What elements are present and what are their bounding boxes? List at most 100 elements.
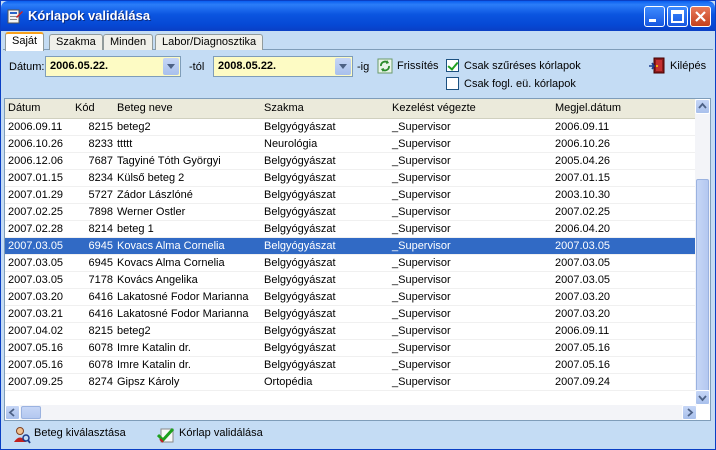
cell-code: 6416 (88, 308, 113, 320)
refresh-button[interactable]: Frissítés (397, 60, 439, 72)
table-row[interactable]: 2007.05.16 6078 Imre Katalin dr. Belgyógyás… (5, 357, 697, 374)
tab-szakma[interactable]: Szakma (49, 34, 103, 50)
action-bar: Beteg kiválasztása Kórlap validálása (3, 423, 713, 447)
scroll-right-button[interactable] (682, 405, 697, 420)
validate-record-button[interactable]: Kórlap validálása (179, 427, 263, 439)
tab-sajat[interactable]: Saját (5, 32, 45, 51)
table-row[interactable]: 2007.05.16 6078 Imre Katalin dr. Belgyógyás… (5, 340, 697, 357)
close-button[interactable] (690, 6, 711, 27)
cell-patient: Külső beteg 2 (117, 172, 185, 184)
cell-code: 8233 (88, 138, 113, 150)
table-row[interactable]: 2007.09.25 8274 Gipsz Károly Ortopédia _Supe… (5, 374, 697, 391)
table-row[interactable]: 2007.03.05 7178 Kovács Angelika Belgyógyász… (5, 272, 697, 289)
select-patient-button[interactable]: Beteg kiválasztása (34, 427, 126, 439)
filtered-records-checkbox[interactable] (446, 59, 459, 72)
cell-treated-by: _Supervisor (392, 376, 451, 388)
occupational-records-label: Csak fogl. eü. kórlapok (464, 78, 576, 90)
scroll-down-button[interactable] (695, 390, 710, 405)
col-header-patient[interactable]: Beteg neve (117, 102, 173, 114)
table-row[interactable]: 2007.04.02 8215 beteg2 Belgyógyászat _Superv… (5, 323, 697, 340)
exit-button[interactable]: Kilépés (670, 60, 706, 72)
cell-date: 2007.02.25 (8, 206, 64, 218)
table-row[interactable]: 2006.10.26 8233 ttttt Neurológia _Supervisor… (5, 136, 697, 153)
cell-patient: ttttt (117, 138, 133, 150)
vertical-scrollbar[interactable] (695, 99, 710, 405)
table-row[interactable]: 2007.01.29 5727 Zádor Lászlóné Belgyógyásza… (5, 187, 697, 204)
cell-specialty: Neurológia (264, 138, 318, 150)
date-from-combo[interactable]: 2006.05.22. (45, 56, 181, 77)
maximize-button[interactable] (667, 6, 688, 27)
cell-code: 6078 (88, 342, 113, 354)
cell-code: 6945 (88, 257, 113, 269)
cell-date: 2007.03.05 (8, 274, 64, 286)
col-header-date[interactable]: Dátum (8, 102, 40, 114)
cell-specialty: Belgyógyászat (264, 325, 336, 337)
cell-specialty: Belgyógyászat (264, 206, 336, 218)
vertical-scroll-thumb[interactable] (696, 179, 709, 394)
cell-specialty: Belgyógyászat (264, 189, 336, 201)
cell-date: 2007.05.16 (8, 342, 64, 354)
refresh-icon[interactable] (377, 58, 393, 74)
cell-specialty: Belgyógyászat (264, 121, 336, 133)
cell-date: 2007.02.28 (8, 223, 64, 235)
cell-treated-by: _Supervisor (392, 257, 451, 269)
table-row[interactable]: 2007.03.20 6416 Lakatosné Fodor Marianna Be… (5, 289, 697, 306)
cell-treated-by: _Supervisor (392, 342, 451, 354)
occupational-records-checkbox[interactable] (446, 77, 459, 90)
cell-date: 2006.09.11 (8, 121, 63, 133)
col-header-treated-by[interactable]: Kezelést végezte (392, 102, 476, 114)
scroll-left-button[interactable] (5, 405, 20, 420)
cell-visit-date: 2007.03.05 (555, 257, 611, 269)
cell-treated-by: _Supervisor (392, 138, 451, 150)
cell-date: 2007.03.21 (8, 308, 64, 320)
scroll-up-button[interactable] (695, 99, 710, 114)
horizontal-scrollbar[interactable] (5, 405, 697, 420)
chevron-down-icon[interactable] (163, 58, 179, 75)
horizontal-scroll-thumb[interactable] (21, 406, 41, 419)
cell-date: 2007.03.05 (8, 240, 64, 252)
cell-visit-date: 2007.01.15 (555, 172, 611, 184)
checkmark-icon[interactable] (156, 426, 175, 443)
cell-code: 7898 (88, 206, 113, 218)
cell-specialty: Belgyógyászat (264, 223, 336, 235)
cell-date: 2007.03.05 (8, 257, 64, 269)
cell-visit-date: 2007.03.20 (555, 291, 611, 303)
tab-labor[interactable]: Labor/Diagnosztika (155, 34, 264, 50)
exit-door-icon[interactable] (649, 57, 665, 74)
cell-treated-by: _Supervisor (392, 206, 451, 218)
date-to-value: 2008.05.22. (218, 60, 277, 72)
window-title: Kórlapok validálása (28, 8, 151, 23)
cell-code: 7687 (88, 155, 113, 167)
minimize-button[interactable] (644, 6, 665, 27)
table-row[interactable]: 2007.03.21 6416 Lakatosné Fodor Marianna Be… (5, 306, 697, 323)
date-to-combo[interactable]: 2008.05.22. (213, 56, 353, 77)
cell-visit-date: 2007.03.05 (555, 240, 611, 252)
col-header-code[interactable]: Kód (75, 102, 95, 114)
table-row[interactable]: 2007.03.05 6945 Kovacs Alma Cornelia Belgyó… (5, 238, 697, 255)
table-row[interactable]: 2007.01.15 8234 Külső beteg 2 Belgyógyászat… (5, 170, 697, 187)
cell-code: 8234 (88, 172, 113, 184)
records-table[interactable]: Dátum Kód Beteg neve Szakma Kezelést vég… (4, 98, 711, 421)
title-bar[interactable]: Kórlapok validálása (1, 1, 715, 31)
col-header-specialty[interactable]: Szakma (264, 102, 304, 114)
cell-specialty: Belgyógyászat (264, 359, 336, 371)
table-row[interactable]: 2007.02.28 8214 beteg 1 Belgyógyászat _Super… (5, 221, 697, 238)
cell-patient: Lakatosné Fodor Marianna (117, 308, 249, 320)
tab-minden[interactable]: Minden (103, 34, 154, 50)
cell-visit-date: 2007.09.24 (555, 376, 611, 388)
patient-icon[interactable] (13, 426, 31, 444)
cell-treated-by: _Supervisor (392, 223, 451, 235)
cell-visit-date: 2007.05.16 (555, 359, 611, 371)
cell-visit-date: 2007.02.25 (555, 206, 611, 218)
table-row[interactable]: 2006.09.11 8215 beteg2 Belgyógyászat _Superv… (5, 119, 697, 136)
table-row[interactable]: 2007.02.25 7898 Werner Ostler Belgyógyászat… (5, 204, 697, 221)
chevron-down-icon[interactable] (335, 58, 351, 75)
cell-specialty: Belgyógyászat (264, 257, 336, 269)
cell-code: 6945 (88, 240, 113, 252)
col-header-visit-date[interactable]: Megjel.dátum (555, 102, 621, 114)
table-row[interactable]: 2006.12.06 7687 Tagyiné Tóth Györgyi Belgyó… (5, 153, 697, 170)
cell-code: 8215 (88, 325, 113, 337)
cell-treated-by: _Supervisor (392, 274, 451, 286)
cell-patient: Werner Ostler (117, 206, 186, 218)
table-row[interactable]: 2007.03.05 6945 Kovacs Alma Cornelia Belgyó… (5, 255, 697, 272)
